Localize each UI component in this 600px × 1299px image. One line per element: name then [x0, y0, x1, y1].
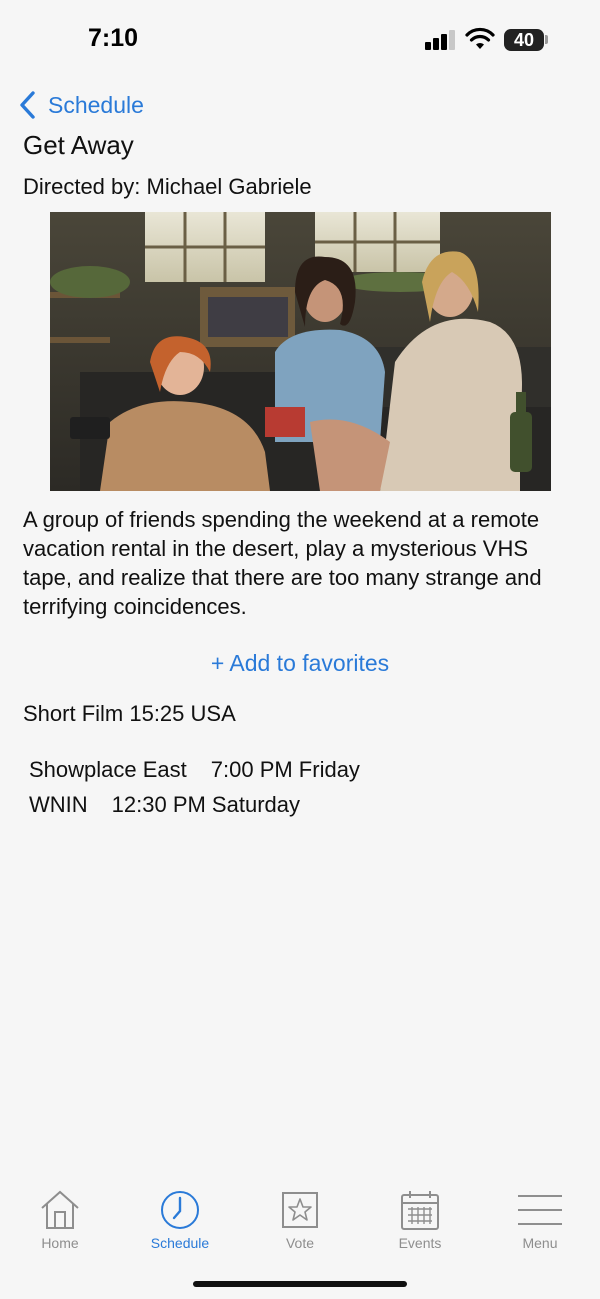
add-to-favorites-button[interactable]: + Add to favorites [0, 650, 600, 677]
screening-venue: WNIN [29, 791, 88, 817]
clock-icon [161, 1191, 199, 1229]
tab-label: Schedule [150, 1235, 210, 1251]
tab-menu[interactable]: Menu [480, 1180, 600, 1260]
cellular-signal-icon [425, 30, 457, 50]
screenings-list: Showplace East 7:00 PM Friday WNIN 12:30… [29, 752, 360, 822]
film-still-image [50, 212, 551, 491]
film-director: Directed by: Michael Gabriele [23, 174, 312, 199]
home-icon [41, 1190, 79, 1229]
tab-label: Menu [522, 1235, 558, 1251]
status-bar: 7:10 40 [0, 0, 600, 80]
screening-time: 7:00 PM Friday [210, 756, 360, 782]
battery-level: 40 [513, 29, 535, 50]
film-meta: Short Film 15:25 USA [23, 701, 236, 726]
status-time: 7:10 [88, 24, 139, 52]
tab-label: Vote [285, 1235, 315, 1251]
film-title: Get Away [23, 130, 134, 160]
battery-nub [545, 35, 548, 44]
screening-venue: Showplace East [29, 756, 187, 782]
film-synopsis: A group of friends spending the weekend … [23, 507, 542, 619]
screening-row: Showplace East 7:00 PM Friday [29, 752, 360, 787]
tab-label: Home [41, 1235, 79, 1251]
screening-time: 12:30 PM Saturday [111, 791, 300, 817]
home-indicator[interactable] [193, 1281, 407, 1287]
battery-icon: 40 [504, 29, 544, 51]
menu-icon [518, 1195, 562, 1225]
tab-label: Events [398, 1235, 442, 1251]
star-icon [282, 1192, 318, 1228]
wifi-icon [465, 27, 495, 49]
back-button[interactable]: Schedule [18, 90, 144, 120]
tab-vote[interactable]: Vote [240, 1180, 360, 1260]
tab-bar: Home Schedule Vote Events Menu [0, 1180, 600, 1260]
screening-row: WNIN 12:30 PM Saturday [29, 787, 360, 822]
calendar-icon [401, 1191, 439, 1230]
back-label: Schedule [48, 91, 144, 118]
tab-events[interactable]: Events [360, 1180, 480, 1260]
film-detail-screen: 7:10 40 Schedule Get Away Directed by: M… [0, 0, 600, 1299]
tab-schedule[interactable]: Schedule [120, 1180, 240, 1260]
chevron-left-icon [20, 91, 35, 119]
tab-home[interactable]: Home [0, 1180, 120, 1260]
